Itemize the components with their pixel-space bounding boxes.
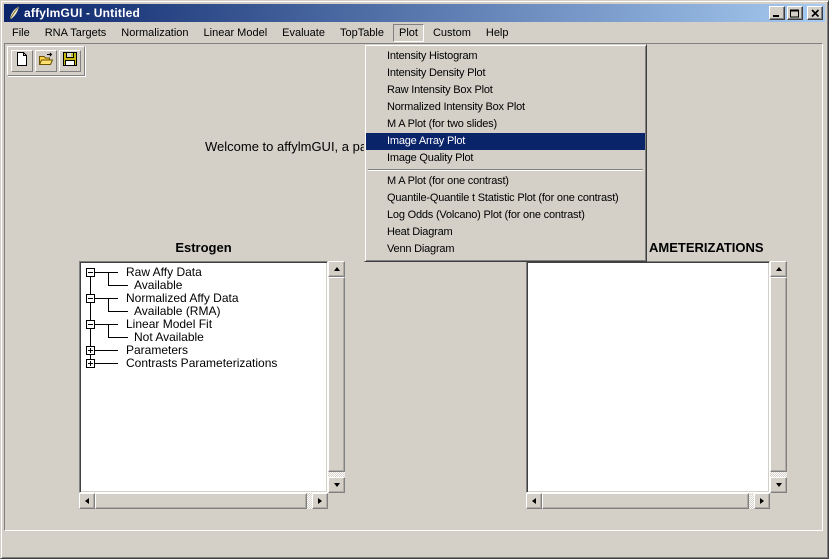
new-file-button[interactable] [11,50,33,72]
right-panel-title: AMETERIZATIONS [649,240,764,255]
scroll-track[interactable] [770,277,787,477]
left-vertical-scrollbar[interactable] [328,261,345,493]
scroll-thumb[interactable] [328,277,345,472]
menu-item-m-a-plot-for-one-contrast[interactable]: M A Plot (for one contrast) [366,173,645,190]
tree-elbow-line [108,311,128,312]
up-arrow-icon [776,267,782,271]
menu-separator [368,169,643,171]
tree-branch-line [95,298,118,299]
menubar-item-linear-model[interactable]: Linear Model [198,24,274,42]
menubar-item-help[interactable]: Help [480,24,515,42]
status-bar [4,533,823,555]
contrasts-listbox [526,261,787,493]
menubar-item-toptable[interactable]: TopTable [334,24,390,42]
menu-item-intensity-histogram[interactable]: Intensity Histogram [366,48,645,65]
titlebar[interactable]: affylmGUI - Untitled [4,4,825,22]
maximize-button[interactable] [787,6,803,20]
collapse-toggle-linear-model-fit[interactable] [86,320,95,329]
menu-item-heat-diagram[interactable]: Heat Diagram [366,224,645,241]
left-arrow-icon [532,498,536,504]
scroll-thumb[interactable] [542,493,749,509]
close-button[interactable] [807,6,823,20]
right-vertical-scrollbar[interactable] [770,261,787,493]
plot-menu-dropdown: Intensity HistogramIntensity Density Plo… [364,44,647,262]
scroll-left-button[interactable] [526,493,542,509]
scroll-track[interactable] [95,493,312,509]
right-arrow-icon [760,498,764,504]
down-arrow-icon [776,483,782,487]
menu-item-image-array-plot[interactable]: Image Array Plot [366,133,645,150]
collapse-toggle-normalized-affy-data[interactable] [86,294,95,303]
menubar-item-plot[interactable]: Plot [393,24,424,42]
down-arrow-icon [334,483,340,487]
tree-elbow-line [108,285,128,286]
menu-item-log-odds-volcano-plot-for-one-contrast[interactable]: Log Odds (Volcano) Plot (for one contras… [366,207,645,224]
up-arrow-icon [334,267,340,271]
tree-branch-line [95,324,118,325]
right-horizontal-scrollbar[interactable] [526,493,770,509]
tree-branch-line [95,350,118,351]
scroll-thumb[interactable] [770,277,787,472]
welcome-text: Welcome to affylmGUI, a pa [205,139,367,154]
tree-branch-line [95,363,118,364]
expand-toggle-parameters[interactable] [86,346,95,355]
left-arrow-icon [85,498,89,504]
menubar: FileRNA TargetsNormalizationLinear Model… [3,22,826,43]
collapse-toggle-raw-affy-data[interactable] [86,268,95,277]
contrasts-list-area[interactable] [526,261,770,493]
open-file-button[interactable] [35,50,57,72]
application-window: affylmGUI - Untitled FileRNA TargetsNorm… [0,0,829,559]
tree-item-contrasts-parameterizations[interactable]: Contrasts Parameterizations [126,357,277,370]
scroll-track[interactable] [328,277,345,477]
menubar-item-rna-targets[interactable]: RNA Targets [39,24,113,42]
tk-feather-icon [7,6,21,20]
status-tree-listbox: Raw Affy DataAvailableNormalized Affy Da… [79,261,345,493]
save-floppy-icon [62,51,78,72]
scroll-up-button[interactable] [328,261,345,277]
left-panel-title: Estrogen [79,240,328,255]
right-arrow-icon [318,498,322,504]
menu-item-image-quality-plot[interactable]: Image Quality Plot [366,150,645,167]
scroll-thumb[interactable] [95,493,307,509]
scroll-down-button[interactable] [328,477,345,493]
menu-item-venn-diagram[interactable]: Venn Diagram [366,241,645,258]
menubar-item-normalization[interactable]: Normalization [115,24,194,42]
tree-elbow-line [108,337,128,338]
tree-connector-line [108,324,109,338]
scroll-right-button[interactable] [312,493,328,509]
menu-item-raw-intensity-box-plot[interactable]: Raw Intensity Box Plot [366,82,645,99]
save-file-button[interactable] [59,50,81,72]
scroll-down-button[interactable] [770,477,787,493]
tree-connector-line [108,298,109,312]
open-folder-icon [38,51,54,72]
minimize-button[interactable] [769,6,785,20]
menubar-item-file[interactable]: File [6,24,36,42]
scroll-up-button[interactable] [770,261,787,277]
menubar-item-custom[interactable]: Custom [427,24,477,42]
status-tree: Raw Affy DataAvailableNormalized Affy Da… [82,264,325,490]
scroll-left-button[interactable] [79,493,95,509]
expand-toggle-contrasts-parameterizations[interactable] [86,359,95,368]
tree-branch-line [95,272,118,273]
status-tree-area[interactable]: Raw Affy DataAvailableNormalized Affy Da… [79,261,328,493]
menu-item-intensity-density-plot[interactable]: Intensity Density Plot [366,65,645,82]
menu-item-normalized-intensity-box-plot[interactable]: Normalized Intensity Box Plot [366,99,645,116]
toolbar [7,46,85,76]
menu-item-quantile-quantile-t-statistic-plot-for-one-contrast[interactable]: Quantile-Quantile t Statistic Plot (for … [366,190,645,207]
left-horizontal-scrollbar[interactable] [79,493,328,509]
menu-item-m-a-plot-for-two-slides[interactable]: M A Plot (for two slides) [366,116,645,133]
new-document-icon [14,51,30,72]
menubar-item-evaluate[interactable]: Evaluate [276,24,331,42]
scroll-right-button[interactable] [754,493,770,509]
tree-connector-line [108,272,109,286]
scroll-track[interactable] [542,493,754,509]
window-title: affylmGUI - Untitled [24,6,767,20]
